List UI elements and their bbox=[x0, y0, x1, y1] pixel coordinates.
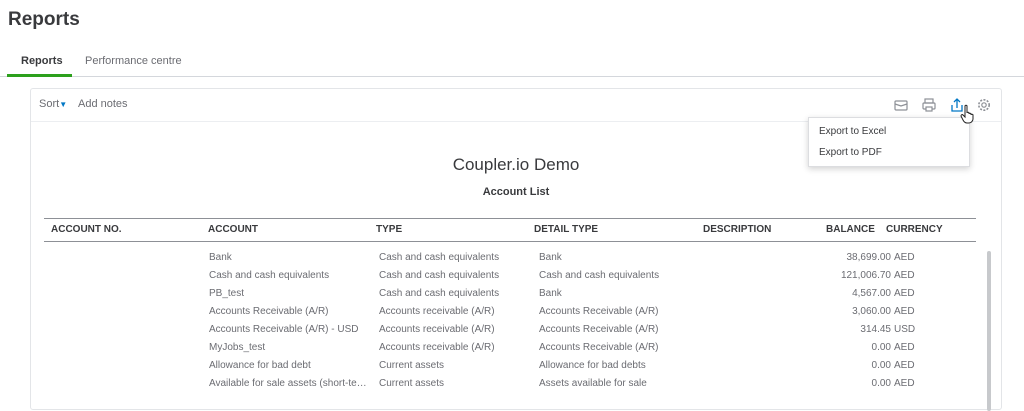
cell-currency: AED bbox=[894, 288, 915, 299]
export-to-excel-item[interactable]: Export to Excel bbox=[819, 126, 886, 137]
cell-type: Cash and cash equivalents bbox=[379, 270, 500, 281]
cell-balance: 0.00 bbox=[871, 378, 891, 389]
settings-icon[interactable] bbox=[976, 97, 992, 113]
cell-detail-type: Bank bbox=[539, 288, 562, 299]
cell-balance: 38,699.00 bbox=[846, 252, 892, 263]
cell-account[interactable]: Accounts Receivable (A/R) bbox=[209, 306, 375, 317]
cell-type: Current assets bbox=[379, 378, 445, 389]
sort-dropdown[interactable]: Sort▼ bbox=[39, 98, 67, 110]
cell-type: Accounts receivable (A/R) bbox=[379, 306, 495, 317]
cell-detail-type: Cash and cash equivalents bbox=[539, 270, 660, 281]
table-row[interactable]: Allowance for bad debt Current assets Al… bbox=[44, 358, 976, 376]
cell-account[interactable]: Available for sale assets (short-te… bbox=[209, 378, 375, 389]
cell-type: Cash and cash equivalents bbox=[379, 252, 500, 263]
export-menu: Export to Excel Export to PDF bbox=[808, 117, 970, 167]
cell-account[interactable]: MyJobs_test bbox=[209, 342, 375, 353]
caret-down-icon: ▼ bbox=[59, 100, 68, 109]
table-header: ACCOUNT NO. ACCOUNT TYPE DETAIL TYPE DES… bbox=[44, 218, 976, 242]
col-header-type[interactable]: TYPE bbox=[376, 224, 402, 235]
cell-currency: AED bbox=[894, 252, 915, 263]
cell-type: Cash and cash equivalents bbox=[379, 288, 500, 299]
export-to-pdf-item[interactable]: Export to PDF bbox=[819, 147, 882, 158]
cell-currency: AED bbox=[894, 378, 915, 389]
cell-currency: AED bbox=[894, 306, 915, 317]
col-header-description[interactable]: DESCRIPTION bbox=[703, 224, 771, 235]
table-row[interactable]: PB_test Cash and cash equivalents Bank 4… bbox=[44, 286, 976, 304]
cell-balance: 121,006.70 bbox=[840, 270, 891, 281]
table-row[interactable]: Bank Cash and cash equivalents Bank 38,6… bbox=[44, 250, 976, 268]
cell-type: Accounts receivable (A/R) bbox=[379, 342, 495, 353]
col-header-detail-type[interactable]: DETAIL TYPE bbox=[534, 224, 598, 235]
tab-reports[interactable]: Reports bbox=[21, 55, 63, 67]
col-header-balance[interactable]: BALANCE bbox=[826, 224, 875, 235]
vertical-scrollbar[interactable] bbox=[987, 251, 991, 411]
col-header-account[interactable]: ACCOUNT bbox=[208, 224, 258, 235]
cell-detail-type: Bank bbox=[539, 252, 562, 263]
table-row[interactable]: Cash and cash equivalents Cash and cash … bbox=[44, 268, 976, 286]
cell-detail-type: Allowance for bad debts bbox=[539, 360, 646, 371]
cell-currency: AED bbox=[894, 270, 915, 281]
table-row[interactable]: Accounts Receivable (A/R) - USD Accounts… bbox=[44, 322, 976, 340]
col-header-account-no[interactable]: ACCOUNT NO. bbox=[51, 224, 122, 235]
cell-balance: 0.00 bbox=[871, 342, 891, 353]
cell-currency: AED bbox=[894, 360, 915, 371]
table-body: Bank Cash and cash equivalents Bank 38,6… bbox=[44, 250, 976, 394]
cell-currency: AED bbox=[894, 342, 915, 353]
cell-balance: 4,567.00 bbox=[852, 288, 891, 299]
cell-account[interactable]: PB_test bbox=[209, 288, 375, 299]
table-row[interactable]: Available for sale assets (short-te… Cur… bbox=[44, 376, 976, 394]
sort-label: Sort bbox=[39, 98, 60, 110]
print-icon[interactable] bbox=[921, 97, 937, 113]
cell-detail-type: Accounts Receivable (A/R) bbox=[539, 306, 659, 317]
cell-account[interactable]: Allowance for bad debt bbox=[209, 360, 375, 371]
hand-pointer-icon bbox=[960, 104, 974, 124]
col-header-currency[interactable]: CURRENCY bbox=[886, 224, 943, 235]
add-notes-link[interactable]: Add notes bbox=[78, 98, 128, 110]
cell-balance: 0.00 bbox=[871, 360, 891, 371]
table-row[interactable]: Accounts Receivable (A/R) Accounts recei… bbox=[44, 304, 976, 322]
table-row[interactable]: MyJobs_test Accounts receivable (A/R) Ac… bbox=[44, 340, 976, 358]
cell-account[interactable]: Accounts Receivable (A/R) - USD bbox=[209, 324, 375, 335]
tab-bar: Reports Performance centre bbox=[0, 52, 1024, 77]
cell-type: Accounts receivable (A/R) bbox=[379, 324, 495, 335]
active-tab-indicator bbox=[7, 74, 72, 77]
cell-currency: USD bbox=[894, 324, 916, 335]
cell-balance: 3,060.00 bbox=[852, 306, 891, 317]
cell-account[interactable]: Bank bbox=[209, 252, 375, 263]
report-title: Account List bbox=[482, 186, 550, 198]
cell-detail-type: Assets available for sale bbox=[539, 378, 647, 389]
cell-detail-type: Accounts Receivable (A/R) bbox=[539, 324, 659, 335]
cell-detail-type: Accounts Receivable (A/R) bbox=[539, 342, 659, 353]
page-title: Reports bbox=[8, 9, 80, 30]
cell-type: Current assets bbox=[379, 360, 445, 371]
cell-account[interactable]: Cash and cash equivalents bbox=[209, 270, 375, 281]
email-icon[interactable] bbox=[893, 97, 909, 113]
cell-balance: 314.45 bbox=[860, 324, 891, 335]
tab-performance-centre[interactable]: Performance centre bbox=[85, 55, 182, 67]
